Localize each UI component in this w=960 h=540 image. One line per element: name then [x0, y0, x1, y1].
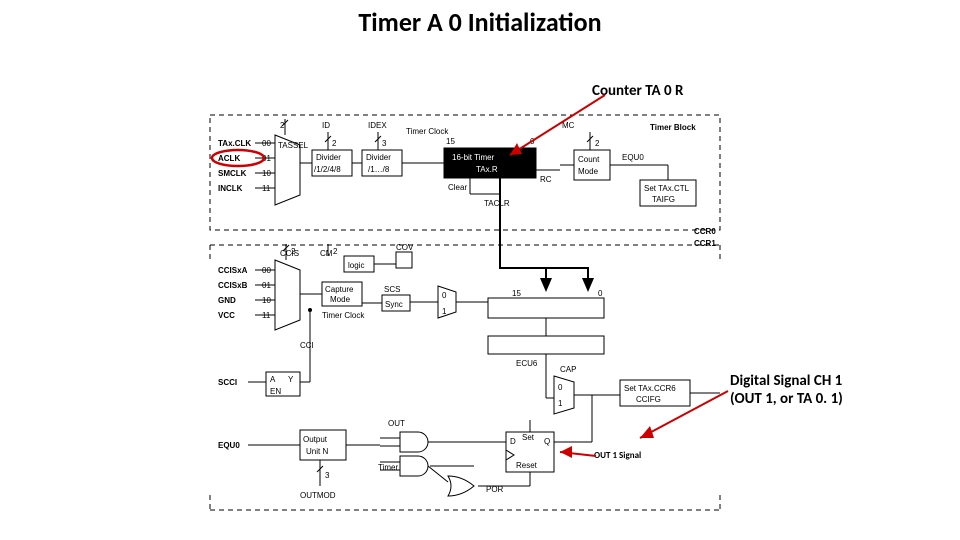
svg-text:11: 11 [262, 311, 271, 320]
svg-text:Set: Set [522, 433, 535, 442]
svg-text:Timer Clock: Timer Clock [322, 311, 365, 320]
svg-text:CCI: CCI [300, 341, 314, 350]
svg-text:EN: EN [270, 387, 281, 396]
svg-text:TACLR: TACLR [484, 199, 510, 208]
svg-text:00: 00 [262, 139, 271, 148]
svg-text:Timer Clock: Timer Clock [406, 127, 449, 136]
svg-text:Q: Q [544, 437, 550, 446]
svg-text:RC: RC [540, 175, 552, 184]
svg-text:0: 0 [598, 289, 603, 298]
svg-text:15: 15 [446, 137, 455, 146]
svg-text:2: 2 [333, 247, 338, 256]
svg-text:01: 01 [262, 281, 271, 290]
svg-text:Y: Y [288, 375, 294, 384]
svg-text:EQU0: EQU0 [622, 153, 644, 162]
svg-text:CCR0: CCR0 [694, 227, 716, 236]
svg-text:10: 10 [262, 169, 271, 178]
svg-text:Unit N: Unit N [306, 447, 328, 456]
svg-text:CCISxB: CCISxB [218, 281, 248, 290]
svg-text:EQU0: EQU0 [218, 441, 240, 450]
svg-text:00: 00 [262, 266, 271, 275]
arrow-counter [510, 95, 605, 155]
svg-text:Sync: Sync [385, 300, 403, 309]
svg-text:Divider: Divider [366, 153, 391, 162]
svg-text:Divider: Divider [316, 153, 341, 162]
svg-text:/1/2/4/8: /1/2/4/8 [314, 165, 341, 174]
svg-text:Count: Count [578, 155, 600, 164]
svg-text:D: D [510, 437, 516, 446]
svg-text:logic: logic [348, 261, 364, 270]
svg-text:COV: COV [396, 243, 414, 252]
svg-text:MC: MC [562, 121, 575, 130]
svg-text:TAIFG: TAIFG [652, 195, 675, 204]
svg-text:OUT: OUT [388, 419, 405, 428]
svg-text:CM: CM [320, 249, 333, 258]
svg-text:GND: GND [218, 296, 236, 305]
svg-text:0: 0 [442, 291, 447, 300]
svg-text:3: 3 [382, 139, 387, 148]
svg-text:16-bit Timer: 16-bit Timer [452, 153, 495, 162]
svg-text:TASSEL: TASSEL [278, 141, 309, 150]
svg-text:A: A [270, 375, 276, 384]
svg-text:Timer Block: Timer Block [650, 123, 696, 132]
svg-text:CCIS: CCIS [280, 249, 299, 258]
svg-text:CCR1: CCR1 [694, 239, 716, 248]
svg-text:ID: ID [322, 121, 330, 130]
svg-text:Reset: Reset [516, 461, 538, 470]
svg-text:11: 11 [262, 184, 271, 193]
svg-text:TAx.R: TAx.R [476, 165, 498, 174]
svg-text:Mode: Mode [578, 167, 599, 176]
svg-text:Set TAx.CTL: Set TAx.CTL [644, 184, 690, 193]
svg-text:3: 3 [325, 471, 330, 480]
svg-text:VCC: VCC [218, 311, 235, 320]
svg-text:Mode: Mode [330, 295, 351, 304]
svg-text:15: 15 [512, 289, 521, 298]
svg-text:Set TAx.CCR6: Set TAx.CCR6 [624, 384, 676, 393]
svg-text:Clear: Clear [448, 183, 467, 192]
svg-text:OUTMOD: OUTMOD [300, 491, 336, 500]
svg-text:10: 10 [262, 296, 271, 305]
svg-text:ACLK: ACLK [218, 154, 240, 163]
svg-text:2: 2 [332, 139, 337, 148]
svg-text:CCISxA: CCISxA [218, 266, 248, 275]
svg-text:2: 2 [595, 139, 600, 148]
svg-text:Output: Output [303, 435, 328, 444]
svg-text:Capture: Capture [325, 285, 354, 294]
svg-text:TAx.CLK: TAx.CLK [218, 139, 251, 148]
timer-block-diagram: TASSEL 2 TAx.CLK ACLK SMCLK INCLK 00 01 … [0, 0, 960, 540]
svg-text:2: 2 [291, 247, 296, 256]
svg-text:SCS: SCS [384, 285, 400, 294]
svg-text:1: 1 [442, 307, 447, 316]
svg-text:SCCI: SCCI [218, 378, 237, 387]
svg-text:INCLK: INCLK [218, 184, 243, 193]
svg-text:1: 1 [558, 399, 563, 408]
svg-text:CCIFG: CCIFG [636, 395, 661, 404]
svg-text:CAP: CAP [560, 365, 576, 374]
svg-text:ECU6: ECU6 [516, 359, 538, 368]
svg-text:SMCLK: SMCLK [218, 169, 247, 178]
svg-text:/1…/8: /1…/8 [368, 165, 390, 174]
svg-text:IDEX: IDEX [368, 121, 387, 130]
svg-text:0: 0 [558, 383, 563, 392]
